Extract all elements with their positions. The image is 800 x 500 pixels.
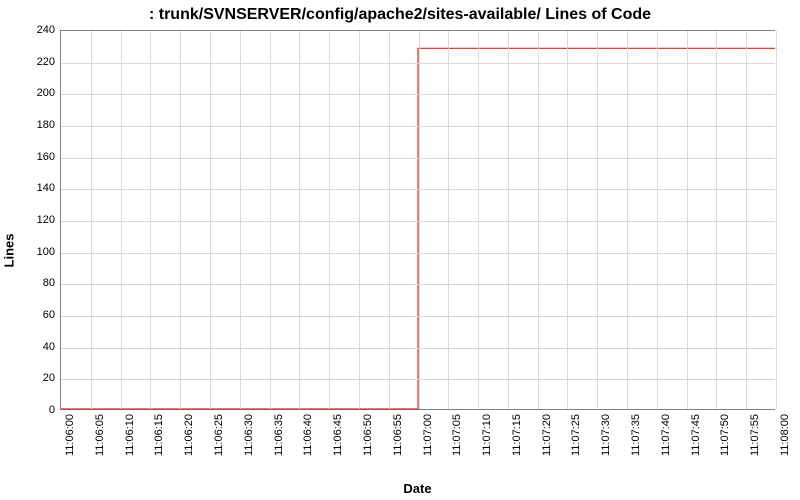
x-tick-label: 11:07:00 [422, 414, 434, 456]
x-tick-label: 11:08:00 [779, 414, 791, 456]
x-tick-label: 11:06:25 [213, 414, 225, 456]
x-tick-label: 11:07:50 [719, 414, 731, 456]
x-tick-label: 11:06:50 [362, 414, 374, 456]
y-tick-label: 140 [20, 182, 55, 194]
y-tick-label: 220 [20, 56, 55, 68]
x-tick-label: 11:06:00 [64, 414, 76, 456]
gridline-v [508, 31, 509, 409]
gridline-v [210, 31, 211, 409]
x-tick-label: 11:06:20 [183, 414, 195, 456]
y-tick-label: 20 [20, 372, 55, 384]
y-tick-label: 160 [20, 151, 55, 163]
gridline-v [329, 31, 330, 409]
x-tick-label: 11:07:05 [451, 414, 463, 456]
gridline-v [597, 31, 598, 409]
gridline-v [567, 31, 568, 409]
chart-title: : trunk/SVNSERVER/config/apache2/sites-a… [0, 6, 800, 24]
x-tick-label: 11:06:40 [302, 414, 314, 456]
gridline-v [478, 31, 479, 409]
y-axis-label-wrap: Lines [0, 0, 18, 500]
y-tick-label: 60 [20, 309, 55, 321]
y-tick-label: 100 [20, 246, 55, 258]
x-tick-label: 11:06:15 [153, 414, 165, 456]
y-tick-label: 80 [20, 277, 55, 289]
plot-area [60, 30, 775, 410]
gridline-v [716, 31, 717, 409]
y-tick-label: 200 [20, 87, 55, 99]
gridline-v [270, 31, 271, 409]
x-tick-label: 11:06:55 [392, 414, 404, 456]
x-tick-label: 11:07:25 [570, 414, 582, 456]
x-tick-label: 11:06:30 [243, 414, 255, 456]
x-tick-label: 11:07:45 [690, 414, 702, 456]
gridline-v [448, 31, 449, 409]
x-tick-label: 11:06:45 [332, 414, 344, 456]
y-axis-label: Lines [2, 233, 17, 267]
y-tick-label: 240 [20, 24, 55, 36]
gridline-v [776, 31, 777, 409]
y-tick-label: 120 [20, 214, 55, 226]
y-tick-label: 0 [20, 404, 55, 416]
x-axis-label: Date [60, 481, 775, 496]
gridline-v [180, 31, 181, 409]
gridline-v [627, 31, 628, 409]
gridline-v [359, 31, 360, 409]
gridline-v [240, 31, 241, 409]
x-tick-label: 11:06:05 [94, 414, 106, 456]
x-tick-label: 11:07:20 [541, 414, 553, 456]
chart-container: : trunk/SVNSERVER/config/apache2/sites-a… [0, 0, 800, 500]
gridline-v [389, 31, 390, 409]
x-tick-label: 11:06:35 [273, 414, 285, 456]
gridline-v [419, 31, 420, 409]
x-tick-label: 11:07:10 [481, 414, 493, 456]
gridline-v [746, 31, 747, 409]
gridline-v [538, 31, 539, 409]
gridline-v [121, 31, 122, 409]
x-tick-label: 11:07:30 [600, 414, 612, 456]
y-tick-label: 180 [20, 119, 55, 131]
x-tick-label: 11:06:10 [124, 414, 136, 456]
gridline-v [687, 31, 688, 409]
gridline-v [150, 31, 151, 409]
gridline-v [299, 31, 300, 409]
x-tick-label: 11:07:40 [660, 414, 672, 456]
gridline-v [91, 31, 92, 409]
x-tick-label: 11:07:55 [749, 414, 761, 456]
x-tick-label: 11:07:35 [630, 414, 642, 456]
gridline-v [657, 31, 658, 409]
x-tick-label: 11:07:15 [511, 414, 523, 456]
y-tick-label: 40 [20, 341, 55, 353]
